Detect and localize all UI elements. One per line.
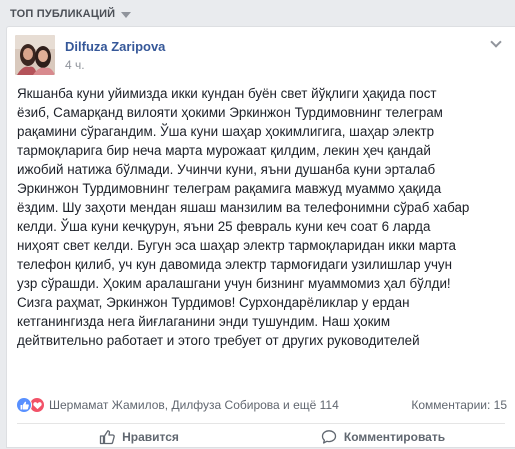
like-reaction-icon — [16, 397, 32, 413]
feed-sort-header[interactable]: ТОП ПУБЛИКАЦИЙ — [10, 6, 132, 22]
chevron-down-icon — [490, 36, 502, 48]
comment-bubble-icon — [321, 430, 337, 444]
post-actions: Нравится Комментировать — [17, 425, 505, 449]
reaction-icons[interactable] — [16, 397, 45, 413]
comment-button-label: Комментировать — [343, 430, 446, 444]
like-button-label: Нравится — [122, 430, 179, 444]
post-timestamp[interactable]: 4 ч. — [65, 58, 85, 72]
like-button[interactable]: Нравится — [17, 425, 261, 449]
feed-sort-label: ТОП ПУБЛИКАЦИЙ — [10, 8, 116, 20]
reactors-summary[interactable]: Шермамат Жамилов, Дилфуза Собирова и ещё… — [49, 398, 339, 412]
comments-count-link[interactable]: Комментарии: 15 — [411, 398, 507, 412]
post-header: Dilfuza Zaripova 4 ч. — [15, 35, 505, 77]
thumbs-up-icon — [99, 430, 115, 445]
avatar[interactable] — [15, 35, 55, 75]
comment-button[interactable]: Комментировать — [261, 425, 505, 449]
avatar-image — [15, 35, 55, 75]
caret-down-icon — [121, 11, 132, 18]
reactions-bar: Шермамат Жамилов, Дилфуза Собирова и ещё… — [16, 395, 507, 415]
post-options-button[interactable] — [489, 36, 503, 49]
post-card: Dilfuza Zaripova 4 ч. Якшанба куни уйими… — [6, 26, 515, 448]
post-body-text: Якшанба куни уйимизда икки кундан буён с… — [17, 86, 470, 348]
post-author-name[interactable]: Dilfuza Zaripova — [65, 39, 165, 54]
actions-divider — [17, 423, 505, 424]
